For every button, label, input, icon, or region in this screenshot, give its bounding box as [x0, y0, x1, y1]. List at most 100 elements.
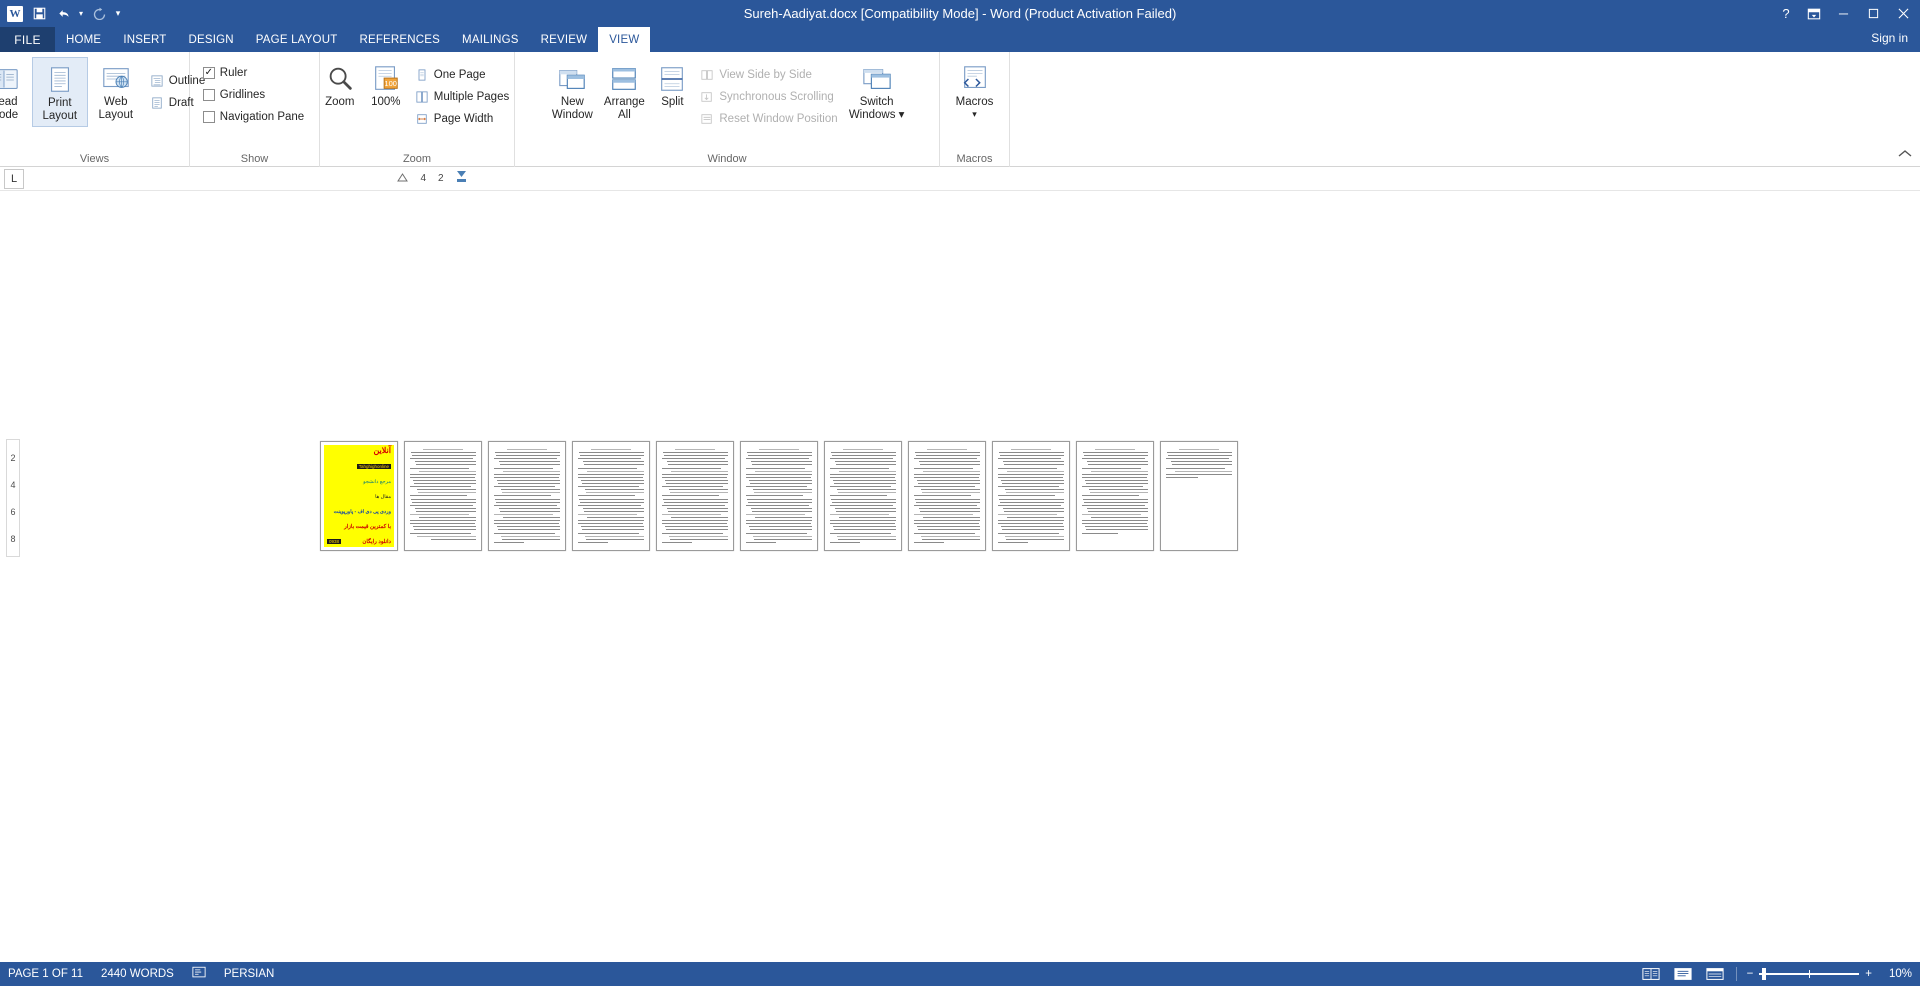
text-line — [998, 452, 1064, 454]
zoom-slider-track[interactable] — [1759, 968, 1860, 980]
text-line — [667, 510, 728, 512]
text-line — [411, 501, 476, 503]
help-icon[interactable]: ? — [1772, 0, 1800, 27]
text-line — [410, 458, 473, 460]
split-button[interactable]: Split — [650, 57, 694, 112]
page-thumbnail-5[interactable] — [656, 441, 734, 551]
web-layout-button[interactable]: Web Layout — [88, 57, 144, 125]
text-line — [494, 473, 560, 475]
document-workspace[interactable]: 2 4 6 8 آنلاین Tahghighonline مرجع دانشج… — [0, 191, 1920, 962]
switch-windows-label-1: Switch — [859, 96, 894, 108]
tab-design[interactable]: DESIGN — [177, 27, 244, 52]
undo-icon[interactable] — [52, 3, 74, 25]
zoom-100-button[interactable]: 100 100% — [363, 57, 409, 112]
text-line — [590, 449, 632, 450]
text-line — [1166, 452, 1232, 454]
text-line — [1086, 507, 1148, 509]
gridlines-checkbox[interactable]: Gridlines — [201, 85, 308, 104]
customize-quick-access-icon[interactable]: ▾ — [112, 3, 124, 25]
macros-dropdown-icon[interactable]: ▾ — [972, 109, 977, 119]
text-line — [999, 455, 1064, 457]
text-line — [1082, 513, 1141, 515]
text-line — [914, 486, 975, 488]
quick-access-toolbar: W ▾ ▾ — [0, 0, 124, 27]
ruler-checkbox[interactable]: ✓ Ruler — [201, 63, 308, 82]
tab-review[interactable]: REVIEW — [530, 27, 599, 52]
text-line — [415, 464, 476, 466]
save-icon[interactable] — [28, 3, 50, 25]
macros-button[interactable]: Macros ▾ — [947, 57, 1003, 123]
word-count[interactable]: 2440 WORDS — [101, 968, 174, 980]
page-thumbnail-8[interactable] — [908, 441, 986, 551]
zoom-slider[interactable]: − + — [1747, 968, 1872, 980]
cover-sub2: مقال ها — [375, 493, 391, 500]
text-line — [751, 510, 812, 512]
text-line — [416, 535, 476, 537]
redo-icon[interactable] — [88, 3, 110, 25]
vertical-ruler: 2 4 6 8 — [6, 439, 20, 557]
page-thumbnail-10[interactable] — [1076, 441, 1154, 551]
text-line — [578, 498, 644, 500]
zoom-button[interactable]: Zoom — [317, 57, 363, 112]
outline-icon — [150, 74, 164, 88]
print-layout-button[interactable]: Print Layout — [31, 57, 88, 128]
text-line — [1090, 517, 1148, 519]
tab-references[interactable]: REFERENCES — [348, 27, 451, 52]
tab-file[interactable]: FILE — [0, 27, 55, 52]
ruler-left-indent-icon[interactable] — [397, 172, 409, 185]
page-thumbnail-1[interactable]: آنلاین Tahghighonline مرجع دانشجو مقال ه… — [320, 441, 398, 551]
multiple-pages-button[interactable]: Multiple Pages — [413, 87, 513, 106]
navigation-pane-checkbox[interactable]: Navigation Pane — [201, 107, 308, 126]
text-line — [583, 510, 644, 512]
arrange-all-button[interactable]: Arrange All — [598, 57, 650, 125]
page-thumbnail-9[interactable] — [992, 441, 1070, 551]
ribbon-display-options-icon[interactable] — [1800, 0, 1828, 27]
close-button[interactable] — [1888, 0, 1918, 27]
page-thumbnail-2[interactable] — [404, 441, 482, 551]
zoom-in-button[interactable]: + — [1865, 968, 1872, 980]
text-line — [496, 479, 560, 481]
read-mode-button[interactable]: Read Mode — [0, 57, 32, 125]
page-thumbnail-3[interactable] — [488, 441, 566, 551]
text-line — [838, 470, 896, 472]
tab-page-layout[interactable]: PAGE LAYOUT — [245, 27, 349, 52]
page-thumbnails[interactable]: آنلاین Tahghighonline مرجع دانشجو مقال ه… — [320, 441, 1238, 551]
one-page-button[interactable]: One Page — [413, 65, 513, 84]
page-indicator[interactable]: PAGE 1 OF 11 — [8, 968, 83, 980]
language-indicator[interactable]: PERSIAN — [224, 968, 275, 980]
ruler-right-indent-icon[interactable] — [456, 170, 467, 187]
print-layout-view-button[interactable] — [1672, 965, 1694, 983]
zoom-out-button[interactable]: − — [1747, 968, 1754, 980]
restore-button[interactable] — [1858, 0, 1888, 27]
text-line — [998, 473, 1064, 475]
navigation-pane-label: Navigation Pane — [219, 110, 305, 123]
vruler-mark-4: 4 — [10, 479, 16, 490]
text-line — [746, 486, 807, 488]
page-thumbnail-6[interactable] — [740, 441, 818, 551]
new-window-button[interactable]: New Window — [546, 57, 598, 125]
tab-stop-selector[interactable]: L — [4, 168, 24, 189]
split-icon — [657, 60, 687, 94]
page-thumbnail-7[interactable] — [824, 441, 902, 551]
web-layout-view-button[interactable] — [1704, 965, 1726, 983]
text-line — [836, 489, 896, 491]
tab-insert[interactable]: INSERT — [112, 27, 177, 52]
collapse-ribbon-icon[interactable] — [1898, 148, 1912, 162]
minimize-button[interactable] — [1828, 0, 1858, 27]
proofing-errors-icon[interactable] — [192, 966, 206, 982]
read-mode-view-button[interactable] — [1640, 965, 1662, 983]
zoom-level-label[interactable]: 10% — [1882, 968, 1912, 980]
text-line — [410, 495, 467, 497]
page-width-button[interactable]: Page Width — [413, 109, 513, 128]
sign-in-link[interactable]: Sign in — [1871, 31, 1920, 48]
tab-home[interactable]: HOME — [55, 27, 112, 52]
undo-dropdown-icon[interactable]: ▾ — [76, 3, 86, 25]
page-thumbnail-11[interactable] — [1160, 441, 1238, 551]
horizontal-ruler[interactable]: 4 2 — [392, 170, 472, 187]
tab-mailings[interactable]: MAILINGS — [451, 27, 530, 52]
zoom-slider-thumb[interactable] — [1762, 968, 1767, 980]
page-thumbnail-4[interactable] — [572, 441, 650, 551]
switch-windows-button[interactable]: Switch Windows ▾ — [846, 57, 908, 125]
tab-view[interactable]: VIEW — [598, 27, 651, 52]
ribbon-group-zoom: Zoom 100 100% One Page Multiple Pages Pa… — [320, 52, 515, 167]
